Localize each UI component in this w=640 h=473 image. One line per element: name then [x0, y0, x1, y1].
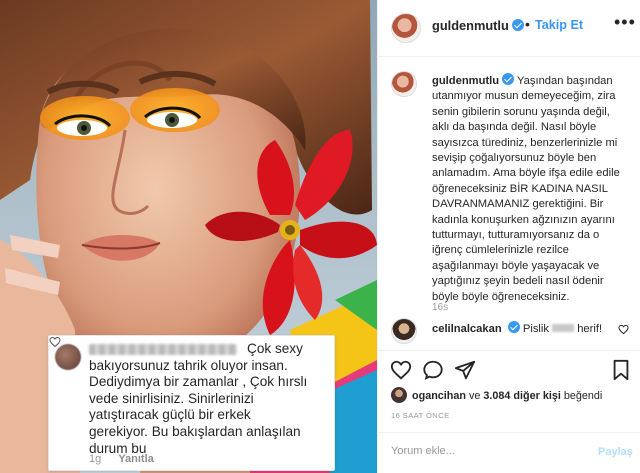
add-comment-bar: Paylaş: [378, 432, 640, 473]
overlay-comment-meta: 1g Yanıtla: [89, 453, 168, 465]
likes-connector: ve: [469, 390, 481, 402]
share-icon[interactable]: [454, 359, 476, 381]
overlay-reply-button[interactable]: Yanıtla: [118, 453, 153, 465]
caption-text: Yaşından başından utanmıyor musun demeye…: [432, 75, 620, 303]
follow-button[interactable]: Takip Et: [535, 18, 583, 32]
comment-text-before: Pislik: [522, 323, 549, 335]
post-caption: guldenmutlu Yaşından başından utanmıyor …: [432, 73, 620, 305]
liker-username[interactable]: ogancihan: [412, 390, 466, 402]
author-username-text[interactable]: guldenmutlu: [432, 18, 509, 33]
heart-icon[interactable]: [49, 336, 61, 348]
author-avatar[interactable]: [391, 13, 421, 43]
caption-username[interactable]: guldenmutlu: [432, 75, 499, 87]
caption-author-avatar[interactable]: [391, 71, 417, 97]
likes-count[interactable]: 3.084 diğer kişi: [483, 390, 560, 402]
comment: celilnalcakan Pislik herif!: [432, 321, 602, 337]
overlay-comment-card: Çok sexy bakıyorsunuz tahrik oluyor insa…: [48, 335, 335, 471]
comment-icon[interactable]: [422, 359, 444, 381]
comment-input[interactable]: [391, 445, 581, 457]
separator-dot: •: [525, 16, 530, 32]
caption-time: 16s: [432, 302, 449, 313]
verified-badge-icon: [511, 19, 524, 31]
action-bar: [378, 350, 640, 381]
overlay-comment-time: 1g: [89, 453, 102, 465]
likes-suffix: beğendi: [563, 390, 603, 402]
heart-icon[interactable]: [390, 359, 412, 381]
comment-text-after: herif!: [577, 323, 603, 335]
commenter-avatar[interactable]: [391, 318, 417, 344]
post-header: guldenmutlu • Takip Et •••: [378, 0, 640, 57]
commenter-username[interactable]: celilnalcakan: [432, 323, 502, 335]
bookmark-icon[interactable]: [610, 359, 632, 381]
post-comment-button[interactable]: Paylaş: [598, 446, 633, 458]
comment-censored-word: [552, 324, 575, 332]
likes-summary: ogancihan ve 3.084 diğer kişi beğendi: [391, 387, 602, 403]
author-username[interactable]: guldenmutlu: [432, 18, 524, 33]
post-side-panel: guldenmutlu • Takip Et ••• guldenmutlu Y…: [377, 0, 640, 473]
post-photo[interactable]: Çok sexy bakıyorsunuz tahrik oluyor insa…: [0, 0, 377, 473]
verified-badge-icon: [502, 73, 515, 85]
more-options-icon[interactable]: •••: [614, 12, 636, 33]
post-timestamp[interactable]: 16 SAAT ÖNCE: [391, 411, 450, 420]
overlay-comment-text: Çok sexy bakıyorsunuz tahrik oluyor insa…: [89, 341, 308, 456]
heart-icon[interactable]: [618, 324, 629, 335]
liker-avatar[interactable]: [391, 387, 407, 403]
verified-badge-icon: [507, 321, 520, 333]
